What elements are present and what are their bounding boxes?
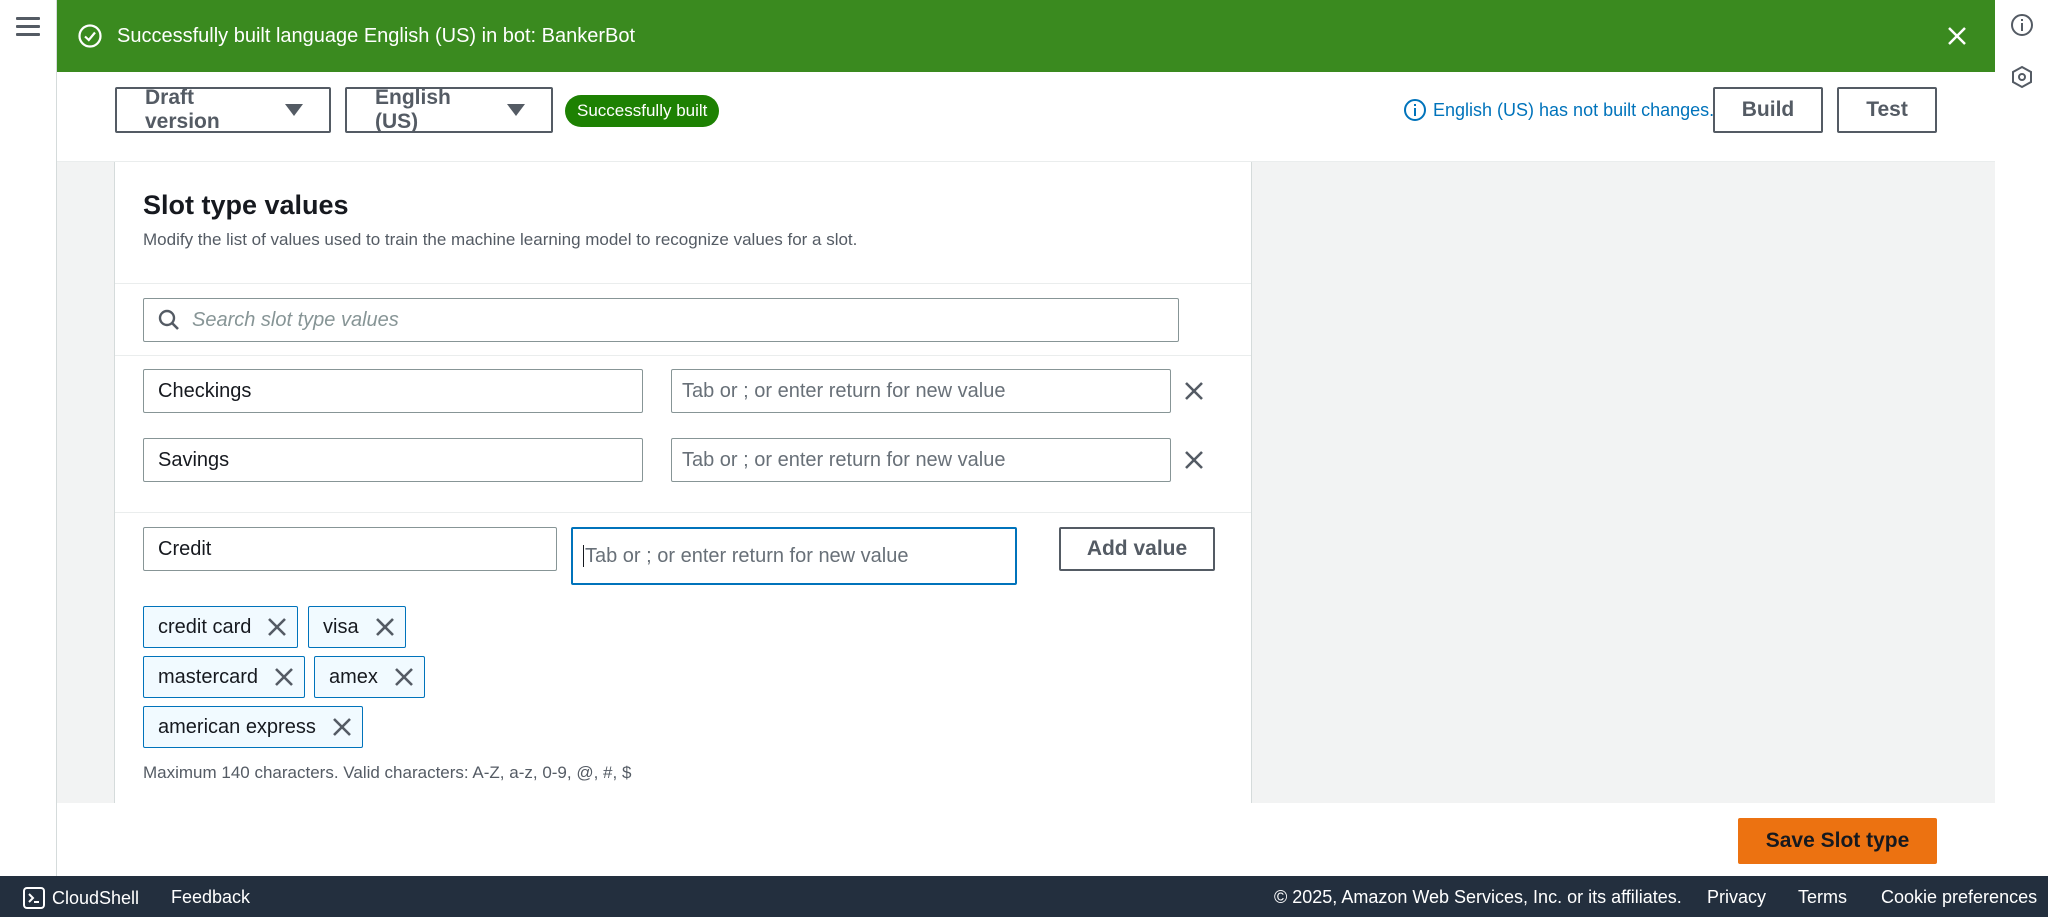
synonym-input[interactable]: Tab or ; or enter return for new value [671, 438, 1171, 482]
divider [115, 355, 1251, 356]
menu-icon[interactable] [16, 17, 40, 41]
text-cursor [583, 545, 584, 567]
left-rail [0, 0, 57, 876]
info-icon [1404, 99, 1426, 121]
bot-toolbar: Draft version English (US) Successfully … [57, 72, 1995, 162]
synonym-token: mastercard [143, 656, 306, 698]
search-icon [158, 309, 179, 330]
flash-message: Successfully built language English (US)… [117, 24, 636, 47]
status-badge: Successfully built [565, 95, 720, 127]
close-icon[interactable] [1943, 22, 1971, 50]
cookie-preferences-link[interactable]: Cookie preferences [1881, 887, 2037, 908]
slot-type-values-panel: Slot type values Modify the list of valu… [114, 162, 1252, 803]
new-synonym-placeholder: Tab or ; or enter return for new value [585, 544, 909, 567]
new-slot-value-field[interactable]: Credit [143, 527, 557, 571]
remove-token-icon[interactable] [272, 665, 296, 689]
version-dropdown-label: Draft version [145, 86, 220, 133]
not-built-note: English (US) has not built changes. [1433, 99, 1715, 120]
search-placeholder: Search slot type values [192, 308, 399, 331]
synonym-token: visa [308, 606, 406, 648]
remove-row-icon[interactable] [1180, 377, 1208, 405]
search-input[interactable]: Search slot type values [143, 298, 1179, 342]
divider [115, 283, 1251, 284]
synonym-input[interactable]: Tab or ; or enter return for new value [671, 369, 1171, 413]
settings-hex-icon[interactable] [2009, 64, 2035, 90]
remove-token-icon[interactable] [265, 615, 289, 639]
remove-token-icon[interactable] [330, 715, 354, 739]
panel-title: Slot type values [143, 190, 349, 220]
copyright-text: © 2025, Amazon Web Services, Inc. or its… [1274, 887, 1682, 907]
caret-down-icon [507, 104, 525, 116]
token-label: amex [329, 665, 378, 688]
cloudshell-label: CloudShell [52, 887, 140, 908]
test-button[interactable]: Test [1837, 87, 1937, 133]
constraint-note: Maximum 140 characters. Valid characters… [143, 763, 632, 782]
caret-down-icon [285, 104, 303, 116]
version-dropdown[interactable]: Draft version [115, 86, 331, 133]
remove-row-icon[interactable] [1180, 446, 1208, 474]
token-label: mastercard [158, 665, 259, 688]
feedback-link[interactable]: Feedback [171, 887, 250, 908]
remove-token-icon[interactable] [373, 615, 397, 639]
slot-value-field[interactable]: Checkings [143, 369, 643, 413]
check-circle-icon [78, 24, 102, 48]
panel-description: Modify the list of values used to train … [143, 230, 858, 249]
synonym-token: amex [314, 656, 425, 698]
terms-link[interactable]: Terms [1798, 887, 1847, 908]
add-value-button[interactable]: Add value [1059, 527, 1215, 571]
remove-token-icon[interactable] [392, 665, 416, 689]
cloudshell-button[interactable]: CloudShell [22, 886, 139, 910]
slot-value-field[interactable]: Savings [143, 438, 643, 482]
language-dropdown-label: English (US) [375, 86, 451, 133]
info-icon[interactable] [2009, 12, 2035, 38]
token-label: credit card [158, 615, 252, 638]
new-synonym-input[interactable]: Tab or ; or enter return for new value [571, 527, 1017, 585]
console-footer: CloudShell Feedback © 2025, Amazon Web S… [0, 876, 2048, 917]
terminal-icon [23, 887, 45, 909]
token-label: visa [323, 615, 359, 638]
success-flashbar: Successfully built language English (US)… [57, 0, 1995, 72]
divider [115, 512, 1251, 513]
build-button[interactable]: Build [1713, 87, 1823, 133]
token-label: american express [158, 715, 316, 738]
synonym-token: credit card [143, 606, 299, 648]
right-rail [1994, 0, 2048, 876]
privacy-link[interactable]: Privacy [1707, 887, 1766, 908]
not-built-changes-link[interactable]: English (US) has not built changes. [1403, 98, 1714, 122]
language-dropdown[interactable]: English (US) [345, 86, 553, 133]
synonym-token: american express [143, 706, 363, 748]
save-slot-type-button[interactable]: Save Slot type [1738, 818, 1937, 864]
save-strip: Save Slot type [57, 803, 1995, 876]
